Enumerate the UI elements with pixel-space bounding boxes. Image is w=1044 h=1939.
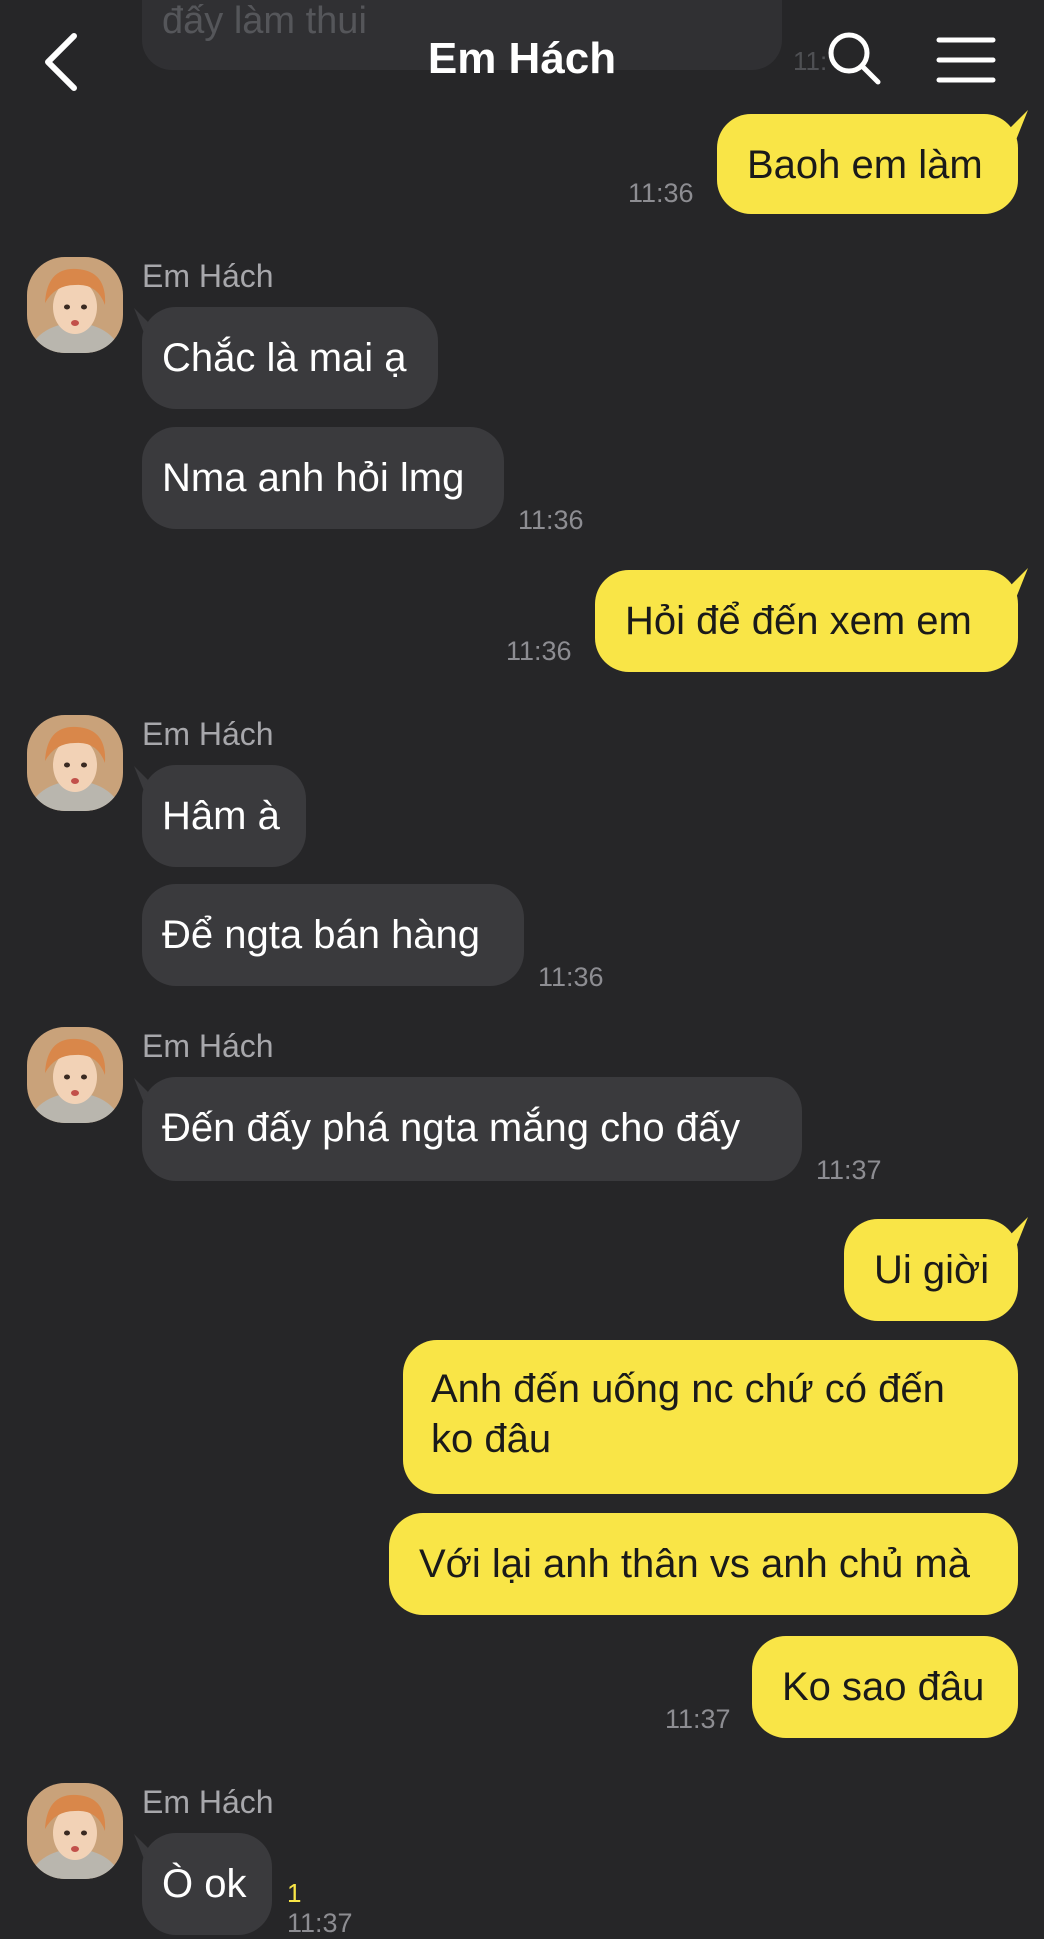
incoming-message-bubble[interactable]: Nma anh hỏi lmg	[142, 427, 504, 529]
search-icon[interactable]	[826, 30, 882, 86]
hamburger-menu-icon[interactable]	[936, 36, 996, 84]
outgoing-message-bubble[interactable]: Anh đến uống nc chứ có đến ko đâu	[403, 1340, 1018, 1494]
sender-name: Em Hách	[142, 716, 274, 752]
incoming-message-bubble[interactable]: Hâm à	[142, 765, 306, 867]
incoming-message-bubble[interactable]: Đến đấy phá ngta mắng cho đấy	[142, 1077, 802, 1181]
unread-count: 1	[287, 1878, 302, 1908]
incoming-message-bubble[interactable]: Chắc là mai ạ	[142, 307, 438, 409]
avatar[interactable]	[27, 715, 123, 811]
sender-name: Em Hách	[142, 258, 274, 294]
message-time: 11:37	[816, 1155, 882, 1185]
outgoing-message-bubble[interactable]: Baoh em làm	[717, 114, 1018, 214]
outgoing-message-bubble[interactable]: Hỏi để đến xem em	[595, 570, 1018, 672]
message-time: 11:36	[506, 636, 572, 666]
sender-name: Em Hách	[142, 1028, 274, 1064]
chat-title: Em Hách	[427, 34, 617, 83]
incoming-message-bubble[interactable]: Để ngta bán hàng	[142, 884, 524, 986]
outgoing-message-bubble[interactable]: Ui giời	[844, 1219, 1018, 1321]
outgoing-message-bubble[interactable]: Với lại anh thân vs anh chủ mà	[389, 1513, 1018, 1615]
message-time: 11:36	[628, 178, 694, 208]
message-time: 11:36	[538, 962, 604, 992]
sender-name: Em Hách	[142, 1784, 274, 1820]
message-time: 11:37	[287, 1908, 353, 1938]
chat-header: Em Hách	[0, 0, 1044, 120]
avatar[interactable]	[27, 1027, 123, 1123]
avatar[interactable]	[27, 257, 123, 353]
avatar[interactable]	[27, 1783, 123, 1879]
message-time: 11:36	[518, 505, 584, 535]
outgoing-message-bubble[interactable]: Ko sao đâu	[752, 1636, 1018, 1738]
message-time: 11:37	[665, 1704, 731, 1734]
